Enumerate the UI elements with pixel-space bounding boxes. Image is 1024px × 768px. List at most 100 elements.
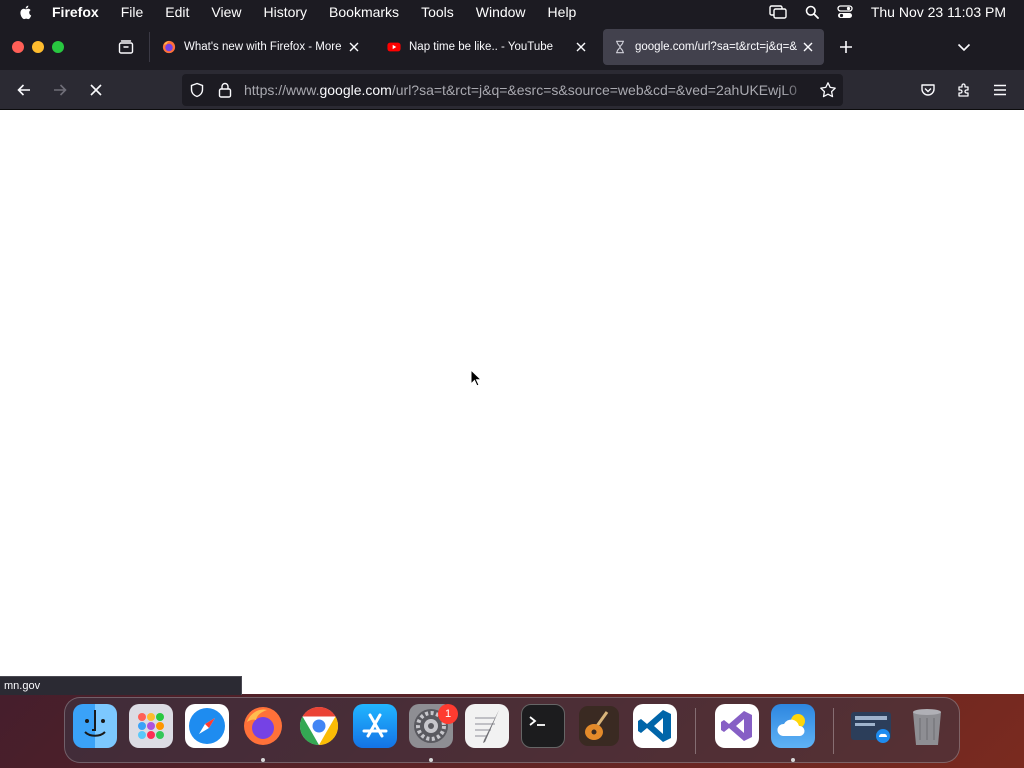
tab-whats-new-firefox[interactable]: What's new with Firefox - More — [152, 29, 370, 65]
vscode-icon — [638, 710, 671, 742]
puzzle-piece-icon — [958, 83, 969, 97]
menu-tools[interactable]: Tools — [421, 4, 454, 20]
dock-screen-sharing[interactable] — [849, 704, 893, 748]
menu-view[interactable]: View — [211, 4, 241, 20]
tracking-protection-shield-icon[interactable] — [189, 82, 205, 98]
dock-visual-studio[interactable] — [715, 704, 759, 748]
url-host: google.com — [319, 82, 392, 98]
status-panel: mn.gov — [0, 676, 242, 695]
tab-close-button[interactable] — [573, 39, 589, 55]
window-zoom-button[interactable] — [52, 41, 64, 53]
tab-title: What's new with Firefox - More — [184, 41, 342, 53]
dock-weather[interactable] — [771, 704, 815, 748]
running-indicator — [791, 758, 795, 762]
forward-button[interactable] — [48, 78, 72, 102]
trash-icon — [913, 709, 941, 745]
mouse-cursor-icon — [470, 369, 482, 387]
lock-icon[interactable] — [218, 82, 232, 98]
menu-file[interactable]: File — [121, 4, 144, 20]
dock-firefox[interactable] — [241, 704, 285, 748]
app-store-icon — [362, 713, 388, 738]
launchpad-grid-icon — [138, 713, 164, 739]
dock-google-chrome[interactable] — [297, 704, 341, 748]
dock-app-store[interactable] — [353, 704, 397, 748]
running-indicator — [429, 758, 433, 762]
new-tab-button[interactable] — [836, 37, 856, 57]
pocket-icon — [921, 84, 935, 96]
dock-textedit[interactable] — [465, 704, 509, 748]
tab-title: google.com/url?sa=t&rct=j&q=& — [635, 41, 798, 53]
hourglass-icon — [616, 40, 624, 54]
finder-icon — [84, 710, 106, 737]
firefox-window: What's new with Firefox - More Nap time … — [0, 24, 1024, 695]
url-prefix: https://www. — [244, 82, 320, 98]
menu-history[interactable]: History — [263, 4, 307, 20]
dock-separator — [833, 708, 834, 754]
notification-badge: 1 — [438, 704, 458, 724]
menu-help[interactable]: Help — [548, 4, 577, 20]
dock — [64, 697, 960, 763]
page-content — [0, 110, 1024, 694]
dock-safari[interactable] — [185, 704, 229, 748]
close-icon — [576, 42, 586, 52]
menu-edit[interactable]: Edit — [165, 4, 189, 20]
url-path: /url?sa=t&rct=j&q=&esrc=s&source=web&cd=… — [391, 82, 797, 98]
dock-terminal[interactable] — [521, 704, 565, 748]
chrome-icon — [299, 706, 339, 746]
menu-bar-clock[interactable]: Thu Nov 23 11:03 PM — [871, 4, 1006, 20]
app-menu-button[interactable] — [988, 78, 1012, 102]
firefox-icon — [162, 40, 176, 54]
firefox-view-icon — [118, 40, 134, 54]
close-icon — [349, 42, 359, 52]
dock-finder[interactable] — [73, 704, 117, 748]
tab-separator — [149, 32, 150, 62]
chevron-down-icon — [957, 43, 971, 52]
tab-close-button[interactable] — [800, 39, 816, 55]
window-minimize-button[interactable] — [32, 41, 44, 53]
plus-icon — [840, 41, 852, 53]
weather-cloud-icon — [777, 714, 805, 736]
window-close-button[interactable] — [12, 41, 24, 53]
url-text[interactable]: https://www.google.com/url?sa=t&rct=j&q=… — [244, 82, 812, 98]
dock-separator — [695, 708, 696, 754]
apple-icon[interactable] — [18, 4, 34, 20]
terminal-icon — [529, 716, 545, 726]
screen-mirroring-icon[interactable] — [769, 5, 787, 19]
hamburger-menu-icon — [994, 84, 1006, 96]
menu-window[interactable]: Window — [476, 4, 526, 20]
menu-app-name[interactable]: Firefox — [52, 4, 99, 20]
extensions-button[interactable] — [952, 78, 976, 102]
guitar-icon — [579, 706, 619, 746]
firefox-icon — [244, 707, 282, 745]
back-button[interactable] — [12, 78, 36, 102]
pocket-button[interactable] — [916, 78, 940, 102]
visual-studio-icon — [721, 711, 752, 741]
tab-title: Nap time be like.. - YouTube — [409, 41, 554, 53]
spotlight-search-icon[interactable] — [805, 5, 819, 19]
tab-google-redirect[interactable]: google.com/url?sa=t&rct=j&q=& — [603, 29, 824, 65]
address-bar[interactable]: https://www.google.com/url?sa=t&rct=j&q=… — [182, 74, 843, 106]
navigation-toolbar: https://www.google.com/url?sa=t&rct=j&q=… — [0, 70, 1024, 110]
tab-youtube-nap-time[interactable]: Nap time be like.. - YouTube — [377, 29, 597, 65]
stop-loading-button[interactable] — [84, 78, 108, 102]
screen-sharing-icon — [851, 712, 891, 743]
running-indicator — [261, 758, 265, 762]
tab-bar: What's new with Firefox - More Nap time … — [0, 24, 1024, 70]
youtube-icon — [387, 42, 401, 52]
close-icon — [90, 84, 102, 96]
menu-bar: Firefox File Edit View History Bookmarks… — [0, 0, 1024, 24]
list-all-tabs-button[interactable] — [954, 37, 974, 57]
textedit-pen-icon — [475, 710, 499, 743]
firefox-view-button[interactable] — [112, 35, 140, 59]
menu-bookmarks[interactable]: Bookmarks — [329, 4, 399, 20]
dock-trash[interactable] — [905, 704, 949, 748]
tab-close-button[interactable] — [346, 39, 362, 55]
dock-garageband[interactable] — [577, 704, 621, 748]
safari-compass-icon — [189, 708, 225, 744]
control-center-icon[interactable] — [837, 5, 853, 19]
close-icon — [803, 42, 813, 52]
dock-launchpad[interactable] — [129, 704, 173, 748]
bookmark-star-icon[interactable] — [819, 81, 837, 99]
arrow-left-icon — [17, 84, 30, 96]
dock-vscode[interactable] — [633, 704, 677, 748]
